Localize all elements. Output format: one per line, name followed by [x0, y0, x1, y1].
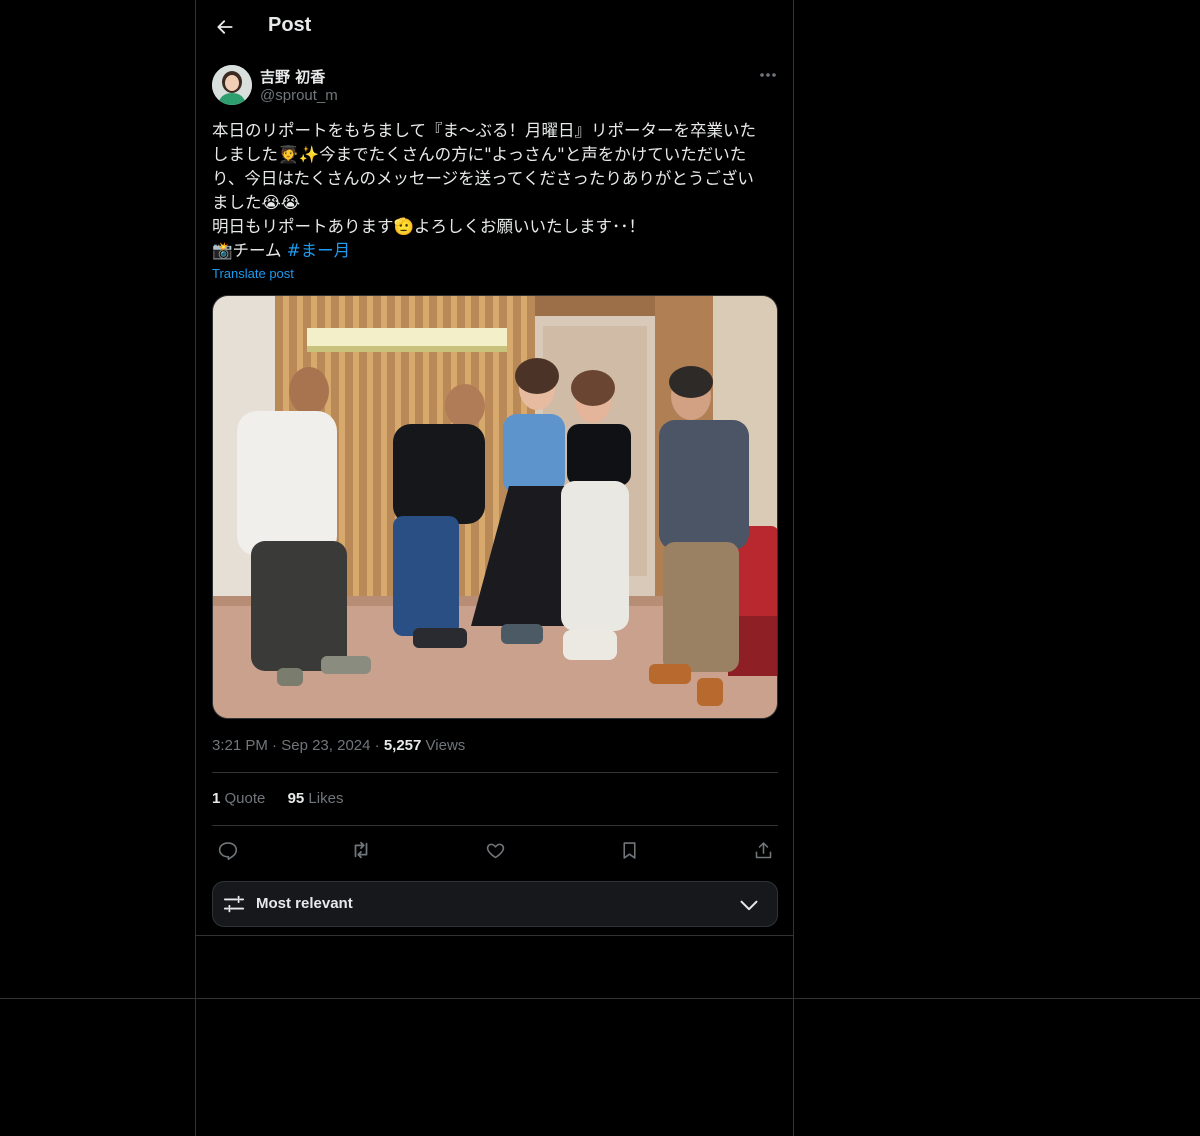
- sort-label: Most relevant: [256, 895, 353, 912]
- quotes-count: 1: [212, 790, 221, 807]
- tweet-line: り、今日はたくさんのメッセージを送ってくださったりありがとうござい: [212, 169, 754, 188]
- page-title: Post: [268, 14, 312, 36]
- like-icon: [486, 843, 504, 858]
- tweet-line: ました😭😭: [212, 193, 301, 212]
- quotes-stat[interactable]: 1 Quote: [212, 790, 265, 807]
- hashtag-link[interactable]: #まー月: [287, 241, 350, 260]
- photo-image: [213, 296, 777, 718]
- quotes-label: Quote: [224, 790, 266, 807]
- share-icon: [755, 841, 771, 858]
- post-meta: 3:21 PM · Sep 23, 2024 · 5,257 Views: [212, 737, 465, 754]
- author-name[interactable]: 吉野 初香: [260, 66, 325, 87]
- more-button[interactable]: [756, 64, 780, 86]
- like-button[interactable]: [480, 836, 510, 864]
- tweet-line: 本日のリポートをもちまして『ま〜ぶる！月曜日』リポーターを卒業いた: [212, 121, 757, 140]
- divider: [212, 825, 778, 826]
- retweet-icon: [354, 841, 368, 859]
- primary-column: Post 吉野 初香 @sprout_m 本日のリポートをもちまして『ま〜ぶる！…: [195, 0, 794, 1136]
- translate-post-link[interactable]: Translate post: [212, 266, 294, 281]
- avatar[interactable]: [212, 65, 252, 105]
- bookmark-button[interactable]: [614, 836, 644, 864]
- arrow-left-icon: [217, 20, 233, 34]
- sort-replies-button[interactable]: Most relevant: [212, 881, 778, 927]
- meta-dot: ·: [374, 737, 384, 754]
- post-time[interactable]: 3:21 PM: [212, 737, 268, 754]
- post-photo[interactable]: [212, 295, 778, 719]
- reply-button[interactable]: [212, 836, 242, 864]
- sliders-icon: [223, 895, 245, 913]
- author-handle[interactable]: @sprout_m: [260, 87, 338, 104]
- likes-label: Likes: [308, 790, 344, 807]
- divider: [212, 772, 778, 773]
- more-horizontal-icon: [760, 73, 776, 77]
- likes-count: 95: [287, 790, 305, 807]
- header: Post: [196, 0, 793, 54]
- bookmark-icon: [622, 841, 636, 859]
- views-label: Views: [425, 737, 466, 754]
- tweet-line-last: 📸チーム #まー月: [212, 239, 778, 263]
- post-stats: 1 Quote 95 Likes: [212, 790, 361, 807]
- views-count: 5,257: [383, 737, 422, 754]
- action-bar: [212, 836, 778, 864]
- section-divider: [196, 935, 793, 936]
- reply-icon: [218, 841, 237, 860]
- chevron-down-icon: [740, 900, 758, 911]
- page: Post 吉野 初香 @sprout_m 本日のリポートをもちまして『ま〜ぶる！…: [0, 0, 1200, 1136]
- share-button[interactable]: [748, 836, 778, 864]
- retweet-button[interactable]: [346, 836, 376, 864]
- back-button[interactable]: [212, 14, 238, 40]
- meta-dot: ·: [272, 737, 282, 754]
- tweet-line: しました🧑‍🎓✨今までたくさんの方に"よっさん"と声をかけていただいた: [212, 145, 747, 164]
- likes-stat[interactable]: 95 Likes: [288, 790, 344, 807]
- avatar-image: [212, 65, 252, 105]
- post-date[interactable]: Sep 23, 2024: [281, 737, 370, 754]
- tweet-line-prefix: 📸チーム: [212, 241, 287, 260]
- tweet-text: 本日のリポートをもちまして『ま〜ぶる！月曜日』リポーターを卒業いた しました🧑‍…: [212, 119, 778, 263]
- tweet-line: 明日もリポートあります🫡よろしくお願いいたします･･！: [212, 217, 646, 236]
